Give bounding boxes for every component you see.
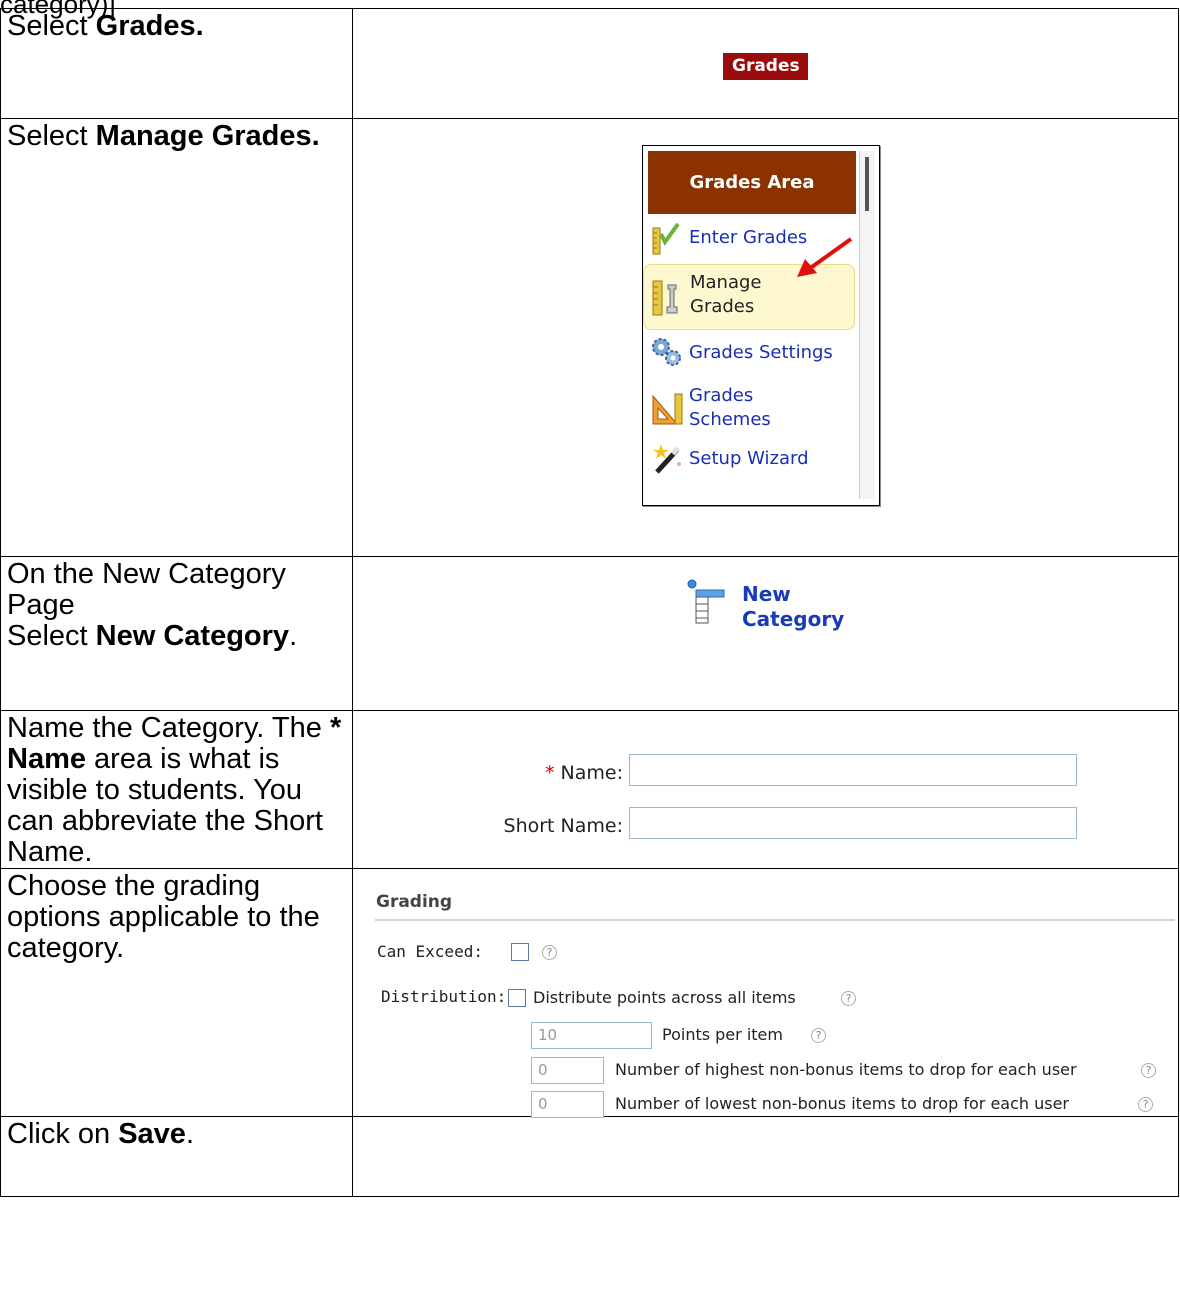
instruction-text: Select xyxy=(7,620,96,652)
label-text: Name: xyxy=(560,762,623,784)
screenshot-cell: Grades Area Enter Grades Manage Grades G… xyxy=(352,118,1179,557)
menu-item-label: Manage Grades xyxy=(690,271,762,319)
new-category-label: New Category xyxy=(742,582,844,632)
menu-scrollbar[interactable] xyxy=(859,151,875,499)
table-row: Name the Category. The * Name area is wh… xyxy=(0,710,1179,869)
grading-section-title: Grading xyxy=(376,892,453,912)
screenshot-cell: Grades xyxy=(352,8,1179,119)
menu-item-label: Grades Settings xyxy=(689,342,833,363)
table-row: Click on Save. xyxy=(0,1116,1179,1197)
instruction-bold: New Category xyxy=(95,620,290,652)
drop-lowest-label: Number of lowest non-bonus items to drop… xyxy=(615,1094,1070,1113)
instruction-text: Click on xyxy=(7,1118,119,1150)
help-icon[interactable]: ? xyxy=(1138,1097,1153,1112)
instruction-cell: On the New Category Page Select New Cate… xyxy=(0,556,353,711)
distribute-points-checkbox[interactable] xyxy=(508,989,526,1007)
menu-item-label: Grades Schemes xyxy=(689,384,771,432)
screenshot-cell: * Name: Short Name: xyxy=(352,710,1179,869)
divider xyxy=(375,919,1175,921)
instruction-cell: Choose the grading options applicable to… xyxy=(0,868,353,1117)
screenshot-cell: Grading Can Exceed: ? Distribution: Dist… xyxy=(352,868,1179,1118)
instruction-text: On the New Category Page xyxy=(7,558,286,621)
label-line: New xyxy=(742,582,791,606)
instruction-cell: Select Grades. xyxy=(0,8,353,119)
help-icon[interactable]: ? xyxy=(1141,1063,1156,1078)
can-exceed-label: Can Exceed: xyxy=(377,942,483,961)
gears-icon xyxy=(652,338,681,366)
table-row: Choose the grading options applicable to… xyxy=(0,868,1179,1118)
drop-highest-input[interactable]: 0 xyxy=(531,1057,604,1084)
can-exceed-checkbox[interactable] xyxy=(511,943,529,961)
new-category-icon xyxy=(687,579,725,624)
instruction-text: . xyxy=(289,620,298,652)
short-name-label: Short Name: xyxy=(503,815,623,837)
menu-item-label: Enter Grades xyxy=(689,227,808,248)
menu-header: Grades Area xyxy=(648,151,856,214)
instruction-text: Name the Category. The xyxy=(7,712,330,744)
instruction-text: . xyxy=(185,1118,194,1150)
instruction-bold: Manage Grades. xyxy=(95,120,320,152)
points-per-item-label: Points per item xyxy=(662,1025,783,1044)
help-icon[interactable]: ? xyxy=(841,991,856,1006)
instruction-text: Choose the grading options applicable to… xyxy=(7,870,320,964)
grades-button[interactable]: Grades xyxy=(723,53,808,80)
points-per-item-input[interactable]: 10 xyxy=(531,1022,652,1049)
instruction-cell: Click on Save. xyxy=(0,1116,353,1197)
ruler-check-icon xyxy=(652,222,680,255)
required-mark: * xyxy=(544,762,555,784)
menu-item-label: Setup Wizard xyxy=(689,448,809,469)
grades-area-menu: Grades Area Enter Grades Manage Grades G… xyxy=(642,145,880,506)
help-icon[interactable]: ? xyxy=(811,1028,826,1043)
screenshot-cell: New Category xyxy=(352,556,1179,711)
red-arrow-icon xyxy=(797,237,853,277)
label-line: Category xyxy=(742,607,845,631)
instruction-bold: Save xyxy=(118,1118,186,1150)
name-label: * Name: xyxy=(433,762,623,784)
table-row: Select Grades. Grades xyxy=(0,8,1179,119)
scrollbar-thumb[interactable] xyxy=(865,157,869,211)
short-name-input[interactable] xyxy=(629,807,1077,839)
magic-wand-icon xyxy=(653,444,681,474)
drop-lowest-input[interactable]: 0 xyxy=(531,1091,604,1118)
table-row: On the New Category Page Select New Cate… xyxy=(0,556,1179,711)
distribution-label: Distribution: xyxy=(381,987,507,1006)
label-line: Schemes xyxy=(689,409,771,430)
screenshot-cell xyxy=(352,1116,1179,1197)
label-line: Grades xyxy=(690,296,755,317)
help-icon[interactable]: ? xyxy=(542,945,557,960)
instruction-cell: Select Manage Grades. xyxy=(0,118,353,557)
instruction-bold: Grades. xyxy=(95,10,204,42)
ruler-tools-icon xyxy=(652,280,678,316)
triangle-ruler-icon xyxy=(652,393,683,425)
instruction-table: Select Grades. Grades Select Manage Grad… xyxy=(0,8,1179,1197)
label-line: Manage xyxy=(690,272,762,293)
name-input[interactable] xyxy=(629,754,1077,786)
drop-highest-label: Number of highest non-bonus items to dro… xyxy=(615,1060,1077,1079)
instruction-cell: Name the Category. The * Name area is wh… xyxy=(0,710,353,869)
table-row: Select Manage Grades. Grades Area Enter … xyxy=(0,118,1179,557)
instruction-text: Select xyxy=(7,120,96,152)
instruction-text: Select xyxy=(7,10,96,42)
distribute-points-label: Distribute points across all items xyxy=(533,988,796,1007)
label-line: Grades xyxy=(689,385,754,406)
